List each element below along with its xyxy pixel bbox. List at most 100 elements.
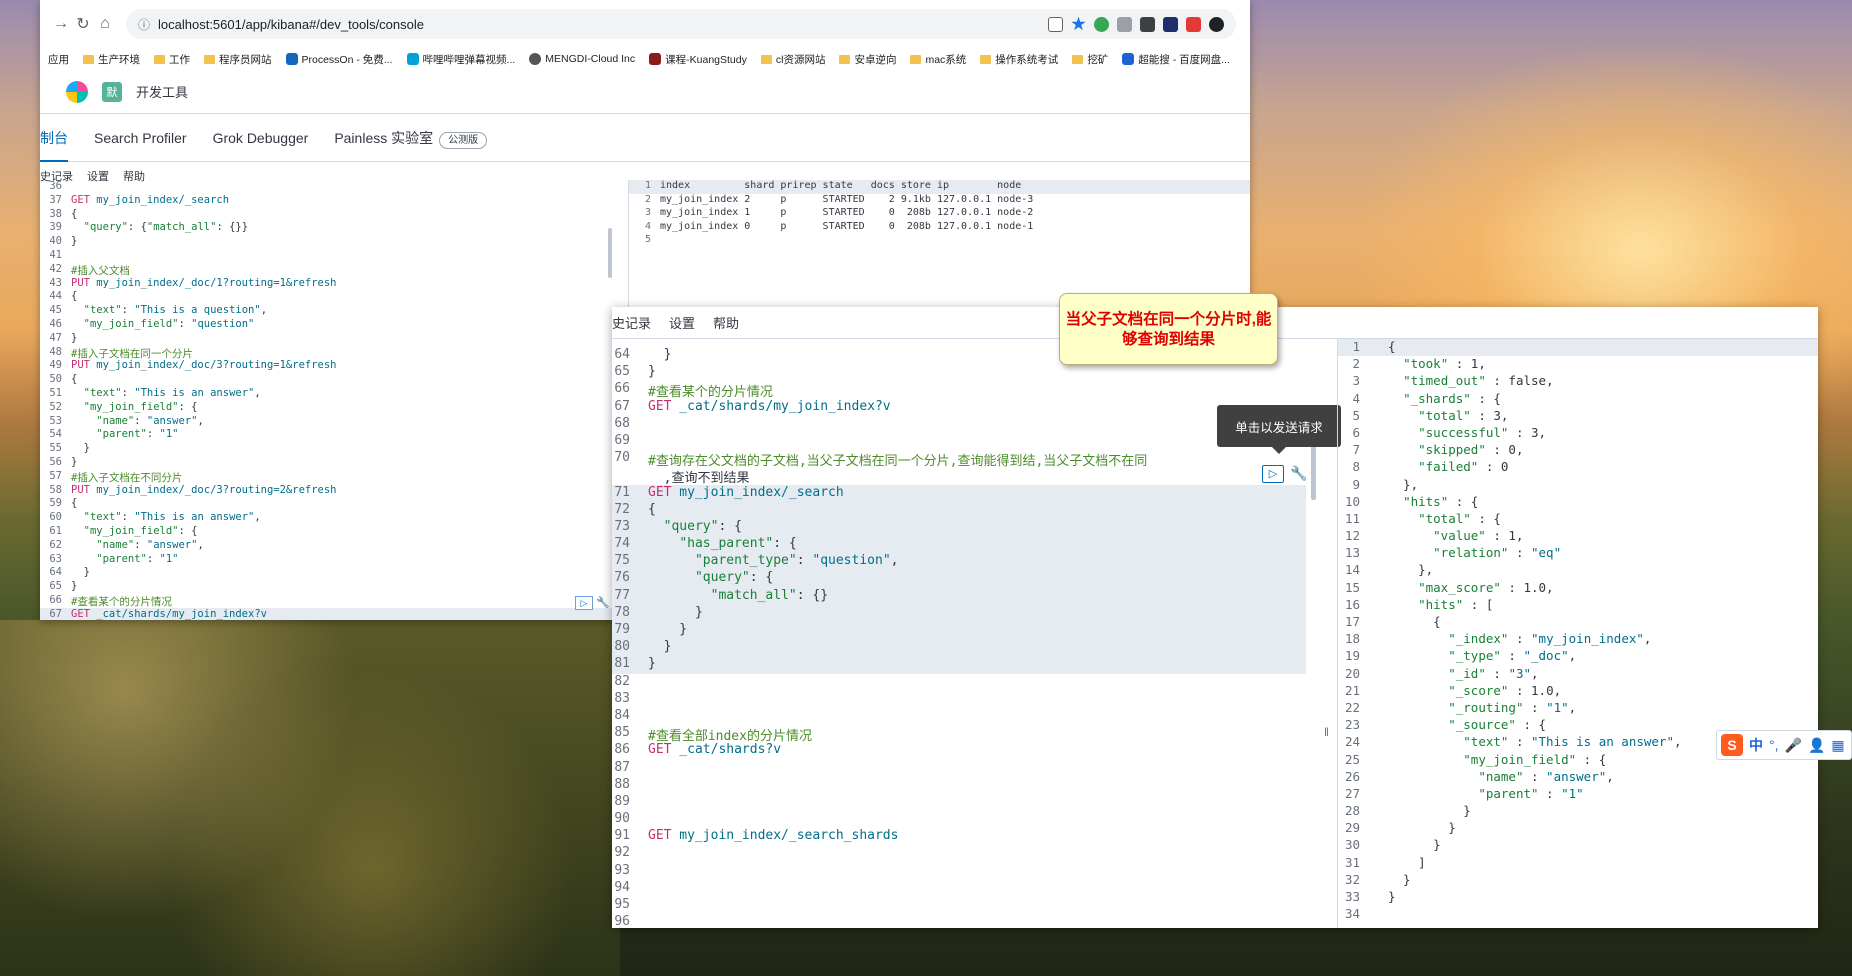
tab-painless-lab[interactable]: Painless 实验室 公测版 — [334, 128, 488, 149]
bookmark-item[interactable]: 程序员网站 — [204, 52, 272, 67]
space-avatar[interactable]: 默 — [102, 81, 122, 102]
folder-icon — [980, 54, 992, 64]
code-line: 4 my_join_index 0 p STARTED 0 208b 127.0.… — [629, 221, 1250, 235]
bookmark-item[interactable]: 挖矿 — [1072, 52, 1108, 67]
resize-handle[interactable]: ‖ — [1324, 725, 1329, 739]
extension-icon[interactable] — [1140, 16, 1155, 32]
line-number: 70 — [614, 450, 630, 466]
tab-grok-debugger[interactable]: Grok Debugger — [213, 130, 309, 146]
home-icon[interactable]: ⌂ — [94, 15, 116, 33]
request-editor[interactable]: 64 } 65} 66 #查看某个的分片情况 67 GET _cat/shards/my_… — [612, 347, 1306, 928]
bookmark-item[interactable]: cl资源网站 — [760, 52, 825, 67]
line-number: 82 — [614, 673, 630, 689]
bookmark-item[interactable]: 工作 — [154, 52, 190, 67]
line-number: 57 — [49, 469, 62, 482]
line-number: 87 — [614, 759, 630, 775]
request-editor[interactable]: 36 37 GET my_join_index/_search 38 {39 "quer… — [40, 180, 615, 620]
bookmark-item[interactable]: 安卓逆向 — [839, 52, 896, 67]
help-link[interactable]: 帮助 — [713, 313, 739, 332]
code-line: 31 ] — [1338, 855, 1818, 872]
line-number: 34 — [1344, 906, 1360, 922]
code-line: 2 my_join_index 2 p STARTED 2 9.1kb 127.0… — [629, 194, 1250, 208]
code-line: 82 — [612, 674, 1306, 691]
code-line: 18 "_index" : "my_join_index", — [1338, 631, 1818, 648]
dev-tools-tabs: 制台 Search Profiler Grok Debugger Painles… — [40, 114, 1250, 162]
code-text: } — [1388, 820, 1456, 836]
send-request-icon[interactable]: ▷ — [1262, 465, 1284, 483]
history-link[interactable]: 史记录 — [612, 313, 651, 332]
code-line: 92 — [612, 845, 1306, 862]
code-line: 61 "my_join_field": { — [40, 525, 615, 539]
reload-icon[interactable]: ↻ — [72, 14, 94, 34]
line-number: 13 — [1344, 545, 1360, 561]
line-number: 1 — [1352, 339, 1360, 354]
share-icon[interactable] — [1048, 16, 1063, 32]
bookmarks-bar: 应用 生产环境 工作 程序员网站 ProcessOn - 免费... 哔哩哔哩弹… — [40, 48, 1250, 70]
line-number: 78 — [614, 604, 630, 620]
code-text: { — [648, 501, 656, 517]
site-info-icon[interactable]: ⓘ — [138, 16, 150, 33]
wrench-icon[interactable]: 🔧 — [596, 596, 610, 609]
tab-search-profiler[interactable]: Search Profiler — [94, 130, 187, 146]
code-text: } — [71, 331, 78, 344]
bookmark-item[interactable]: 哔哩哔哩弹幕视频... — [406, 52, 515, 67]
line-number: 47 — [49, 331, 62, 344]
bookmark-item[interactable]: 生产环境 — [83, 52, 140, 67]
line-number: 90 — [614, 811, 630, 827]
scrollbar[interactable] — [608, 228, 612, 278]
bookmark-item[interactable]: 操作系统考试 — [980, 52, 1058, 67]
code-line: 80 } — [612, 639, 1306, 657]
extension-icon[interactable] — [1186, 16, 1201, 32]
code-text: } — [71, 580, 78, 593]
send-request-icon[interactable]: ▷ — [575, 596, 593, 610]
code-text: { — [71, 207, 78, 220]
bookmark-item[interactable]: ProcessOn - 免费... — [285, 52, 393, 67]
line-number: 24 — [1344, 734, 1360, 750]
line-number: 28 — [1344, 803, 1360, 819]
breadcrumb[interactable]: 开发工具 — [136, 82, 188, 101]
line-number: 10 — [1344, 493, 1360, 509]
settings-link[interactable]: 设置 — [669, 313, 695, 332]
code-line: 55 } — [40, 442, 615, 456]
bilibili-icon — [406, 53, 419, 65]
scrollbar[interactable] — [1311, 442, 1316, 500]
line-number: 48 — [49, 345, 62, 358]
ime-mode-label[interactable]: 中 — [1749, 735, 1763, 755]
code-line: 5 — [629, 234, 1250, 248]
punctuation-icon[interactable]: °, — [1769, 737, 1779, 753]
code-line: ,查询不到结果 — [612, 467, 1306, 486]
line-number: 23 — [1344, 717, 1360, 733]
extension-icon[interactable] — [1163, 16, 1178, 32]
forward-icon[interactable]: → — [50, 15, 72, 33]
line-number: 94 — [614, 879, 630, 895]
bookmark-star-icon[interactable] — [1071, 16, 1086, 31]
kibana-logo-icon[interactable] — [66, 80, 88, 103]
code-line: 56} — [40, 456, 615, 470]
user-icon[interactable]: 👤 — [1808, 737, 1825, 754]
line-number: 9 — [1352, 476, 1360, 492]
bookmark-item[interactable]: 课程-KuangStudy — [649, 52, 747, 67]
line-number: 60 — [49, 511, 62, 524]
code-line: 33} — [1338, 889, 1818, 906]
extension-icon[interactable] — [1094, 16, 1109, 32]
wrench-icon[interactable]: 🔧 — [1290, 465, 1307, 482]
code-text: } — [71, 442, 90, 455]
tab-console[interactable]: 制台 — [40, 114, 68, 162]
code-text: "name" : "answer", — [1478, 768, 1614, 784]
code-line: 15 "max_score" : 1.0, — [1338, 580, 1818, 597]
extension-icon[interactable] — [1117, 16, 1132, 32]
bookmark-item[interactable]: 应用 — [48, 52, 69, 67]
extension-icon[interactable] — [1209, 16, 1224, 32]
bookmark-item[interactable]: MENGDI-Cloud Inc — [529, 53, 635, 65]
grid-icon[interactable]: ▦ — [1831, 737, 1844, 754]
url-bar[interactable]: ⓘ localhost:5601/app/kibana#/dev_tools/c… — [126, 9, 1236, 39]
bookmark-item[interactable]: mac系统 — [910, 52, 966, 67]
sogou-logo-icon[interactable]: S — [1721, 734, 1743, 756]
code-text: GET my_join_index/_search_shards — [648, 828, 899, 844]
code-line: 43 PUT my_join_index/_doc/1?routing=1&ref… — [40, 277, 615, 291]
bookmark-item[interactable]: 超能搜 - 百度网盘... — [1122, 52, 1230, 67]
line-number: 40 — [49, 235, 62, 248]
microphone-icon[interactable]: 🎤 — [1785, 737, 1802, 754]
code-line: 72 { — [612, 501, 1306, 519]
code-line: 29 } — [1338, 820, 1818, 837]
